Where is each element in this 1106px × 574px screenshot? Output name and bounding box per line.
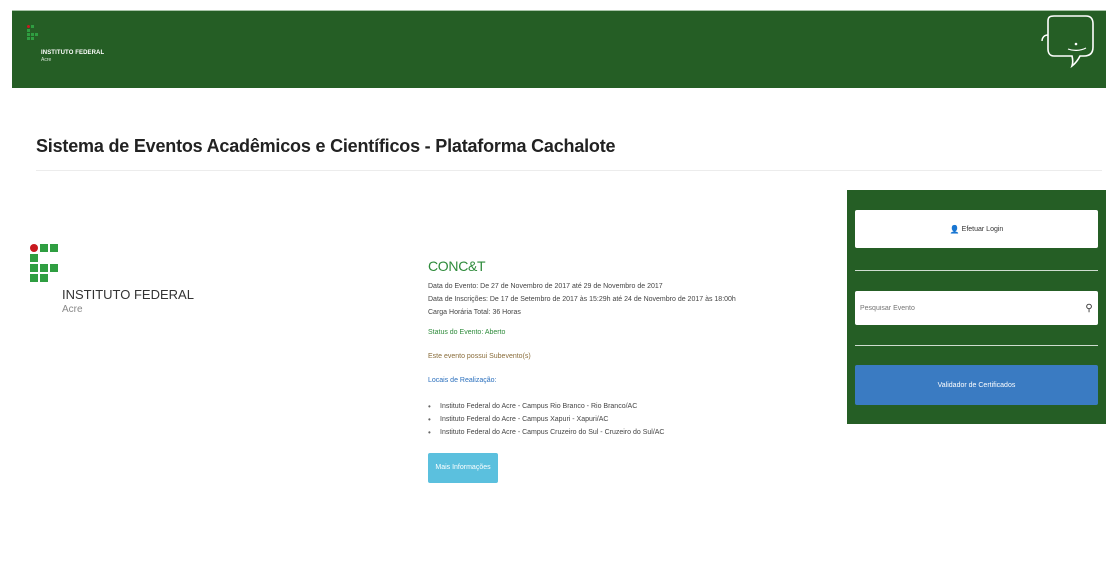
event-logo: INSTITUTO FEDERAL Acre: [30, 244, 194, 315]
search-icon[interactable]: ⚲: [1080, 303, 1098, 314]
login-label: Efetuar Login: [961, 225, 1004, 233]
registration-date: Data de Inscrições: De 17 de Setembro de…: [428, 296, 736, 303]
event-workload: Carga Horária Total: 36 Horas: [428, 309, 521, 316]
locations-list: Instituto Federal do Acre - Campus Rio B…: [428, 400, 808, 439]
title-divider: [36, 170, 1102, 171]
list-item: Instituto Federal do Acre - Campus Xapur…: [428, 413, 808, 426]
certificate-validator-button[interactable]: Validador de Certificados: [855, 365, 1098, 405]
event-date: Data do Evento: De 27 de Novembro de 201…: [428, 283, 663, 290]
more-info-button[interactable]: Mais Informações ⊕: [428, 453, 498, 501]
whale-icon[interactable]: [1038, 13, 1098, 69]
list-item: Instituto Federal do Acre - Campus Cruze…: [428, 426, 808, 439]
if-logo-icon: [27, 25, 38, 40]
user-icon: 👤: [949, 224, 960, 234]
header-logo-sub: Acre: [41, 57, 52, 63]
header-logo-name: INSTITUTO FEDERAL: [41, 50, 105, 56]
subevent-note: Este evento possui Subevento(s): [428, 353, 531, 360]
top-header: INSTITUTO FEDERAL Acre: [12, 10, 1106, 88]
login-button[interactable]: 👤 Efetuar Login: [855, 210, 1098, 248]
locations-label: Locais de Realização:: [428, 377, 497, 384]
sidebar-divider: [855, 345, 1098, 346]
event-status: Status do Evento: Aberto: [428, 329, 506, 336]
if-logo-icon: [30, 244, 58, 282]
sidebar-divider: [855, 270, 1098, 271]
event-name: CONC&T: [428, 258, 486, 274]
event-details: CONC&T Data do Evento: De 27 de Novembro…: [428, 258, 808, 504]
event-logo-name: INSTITUTO FEDERAL: [62, 287, 194, 302]
list-item: Instituto Federal do Acre - Campus Rio B…: [428, 400, 808, 413]
header-logo[interactable]: INSTITUTO FEDERAL Acre: [27, 25, 104, 63]
search-box[interactable]: ⚲: [855, 291, 1098, 325]
sidebar-panel: 👤 Efetuar Login ⚲ Validador de Certifica…: [847, 190, 1106, 424]
event-logo-sub: Acre: [62, 304, 83, 315]
search-input[interactable]: [855, 291, 1080, 325]
page-title: Sistema de Eventos Acadêmicos e Científi…: [36, 136, 616, 156]
event-info: Data do Evento: De 27 de Novembro de 201…: [428, 280, 808, 319]
